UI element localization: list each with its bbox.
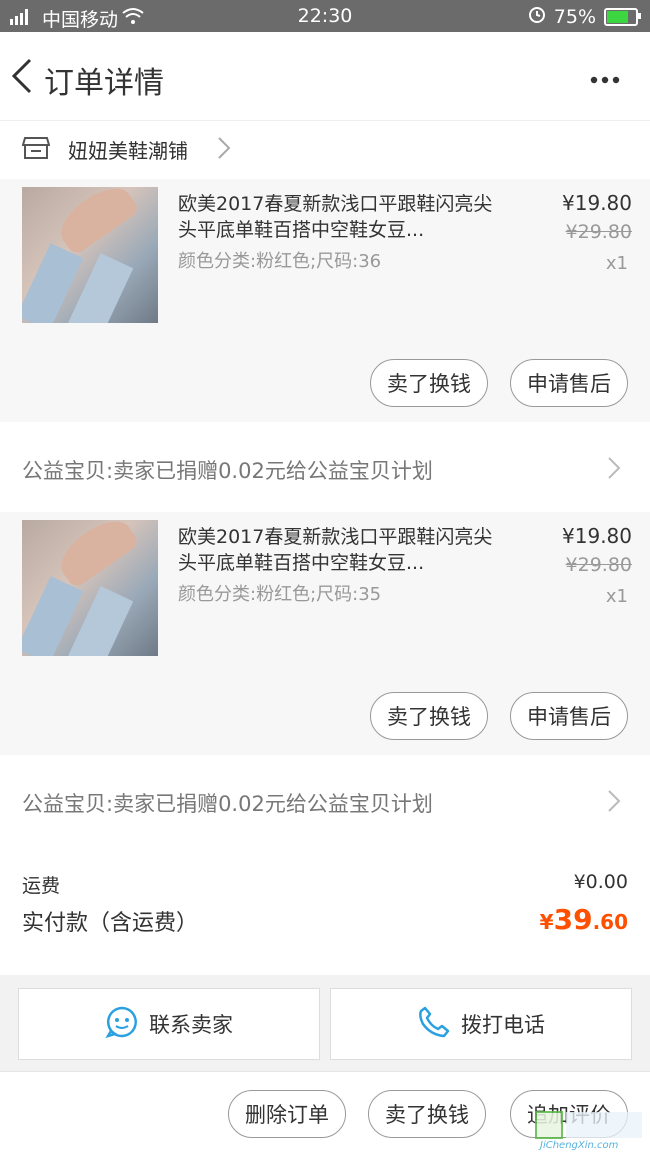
shop-header[interactable]: 妞妞美鞋潮铺 (0, 120, 650, 179)
chevron-right-icon (216, 135, 232, 165)
paid-amount: ¥39.60 (540, 903, 628, 936)
product-original-price: ¥29.80 (565, 554, 632, 576)
battery-icon (604, 7, 641, 26)
product-quantity: x1 (605, 586, 628, 607)
contact-seller-label: 联系卖家 (149, 1013, 233, 1037)
sell-button[interactable]: 卖了换钱 (368, 1090, 486, 1138)
product-sku: 颜色分类:粉红色;尺码:35 (178, 584, 382, 605)
page-title: 订单详情 (44, 66, 164, 101)
store-icon (21, 135, 51, 165)
product-image[interactable] (22, 187, 158, 323)
charity-row[interactable]: 公益宝贝:卖家已捐赠0.02元给公益宝贝计划 (0, 755, 650, 845)
product-title[interactable]: 欧美2017春夏新款浅口平跟鞋闪亮尖头平底单鞋百搭中空鞋女豆... (178, 191, 498, 243)
contact-seller-button[interactable]: 联系卖家 (18, 988, 320, 1060)
battery-percent: 75% (553, 5, 596, 28)
charity-text: 公益宝贝:卖家已捐赠0.02元给公益宝贝计划 (22, 792, 433, 816)
site-watermark: JiChengXin.com (534, 1110, 646, 1152)
status-bar: 中国移动 22:30 75% (0, 0, 650, 32)
product-original-price: ¥29.80 (565, 221, 632, 243)
paid-integer: 39 (553, 903, 593, 936)
product-price: ¥19.80 (562, 524, 632, 548)
product-quantity: x1 (605, 253, 628, 274)
product-sku: 颜色分类:粉红色;尺码:36 (178, 251, 382, 272)
alarm-icon (528, 5, 546, 28)
order-item[interactable]: 欧美2017春夏新款浅口平跟鞋闪亮尖头平底单鞋百搭中空鞋女豆... 颜色分类:粉… (0, 512, 650, 755)
shop-name[interactable]: 妞妞美鞋潮铺 (68, 135, 188, 164)
call-phone-button[interactable]: 拨打电话 (330, 988, 632, 1060)
watermark-text: JiChengXin.com (540, 1140, 619, 1151)
sell-button[interactable]: 卖了换钱 (370, 692, 488, 740)
chevron-right-icon (606, 788, 622, 818)
nav-bar: 订单详情 (0, 32, 650, 120)
chat-bubble-icon (105, 1005, 139, 1044)
product-title[interactable]: 欧美2017春夏新款浅口平跟鞋闪亮尖头平底单鞋百搭中空鞋女豆... (178, 524, 498, 576)
bottom-action-bar: 删除订单 卖了换钱 追加评价 JiChengXin.com (0, 1071, 650, 1156)
charity-text: 公益宝贝:卖家已捐赠0.02元给公益宝贝计划 (22, 459, 433, 483)
back-arrow-icon[interactable] (8, 56, 38, 96)
after-sale-button[interactable]: 申请售后 (510, 692, 628, 740)
shipping-value: ¥0.00 (573, 871, 628, 893)
sell-button[interactable]: 卖了换钱 (370, 359, 488, 407)
call-phone-label: 拨打电话 (461, 1013, 545, 1037)
after-sale-button[interactable]: 申请售后 (510, 359, 628, 407)
order-item[interactable]: 欧美2017春夏新款浅口平跟鞋闪亮尖头平底单鞋百搭中空鞋女豆... 颜色分类:粉… (0, 179, 650, 422)
chevron-right-icon (606, 455, 622, 485)
more-icon[interactable] (590, 70, 620, 84)
shipping-label: 运费 (22, 875, 61, 897)
paid-currency: ¥ (539, 910, 554, 934)
product-image[interactable] (22, 520, 158, 656)
paid-label: 实付款（含运费） (22, 911, 199, 936)
order-totals: 运费 ¥0.00 实付款（含运费） ¥39.60 (0, 845, 650, 975)
delete-order-button[interactable]: 删除订单 (228, 1090, 346, 1138)
product-price: ¥19.80 (562, 191, 632, 215)
phone-icon (417, 1005, 451, 1044)
charity-row[interactable]: 公益宝贝:卖家已捐赠0.02元给公益宝贝计划 (0, 422, 650, 512)
paid-decimal: .60 (592, 910, 628, 934)
